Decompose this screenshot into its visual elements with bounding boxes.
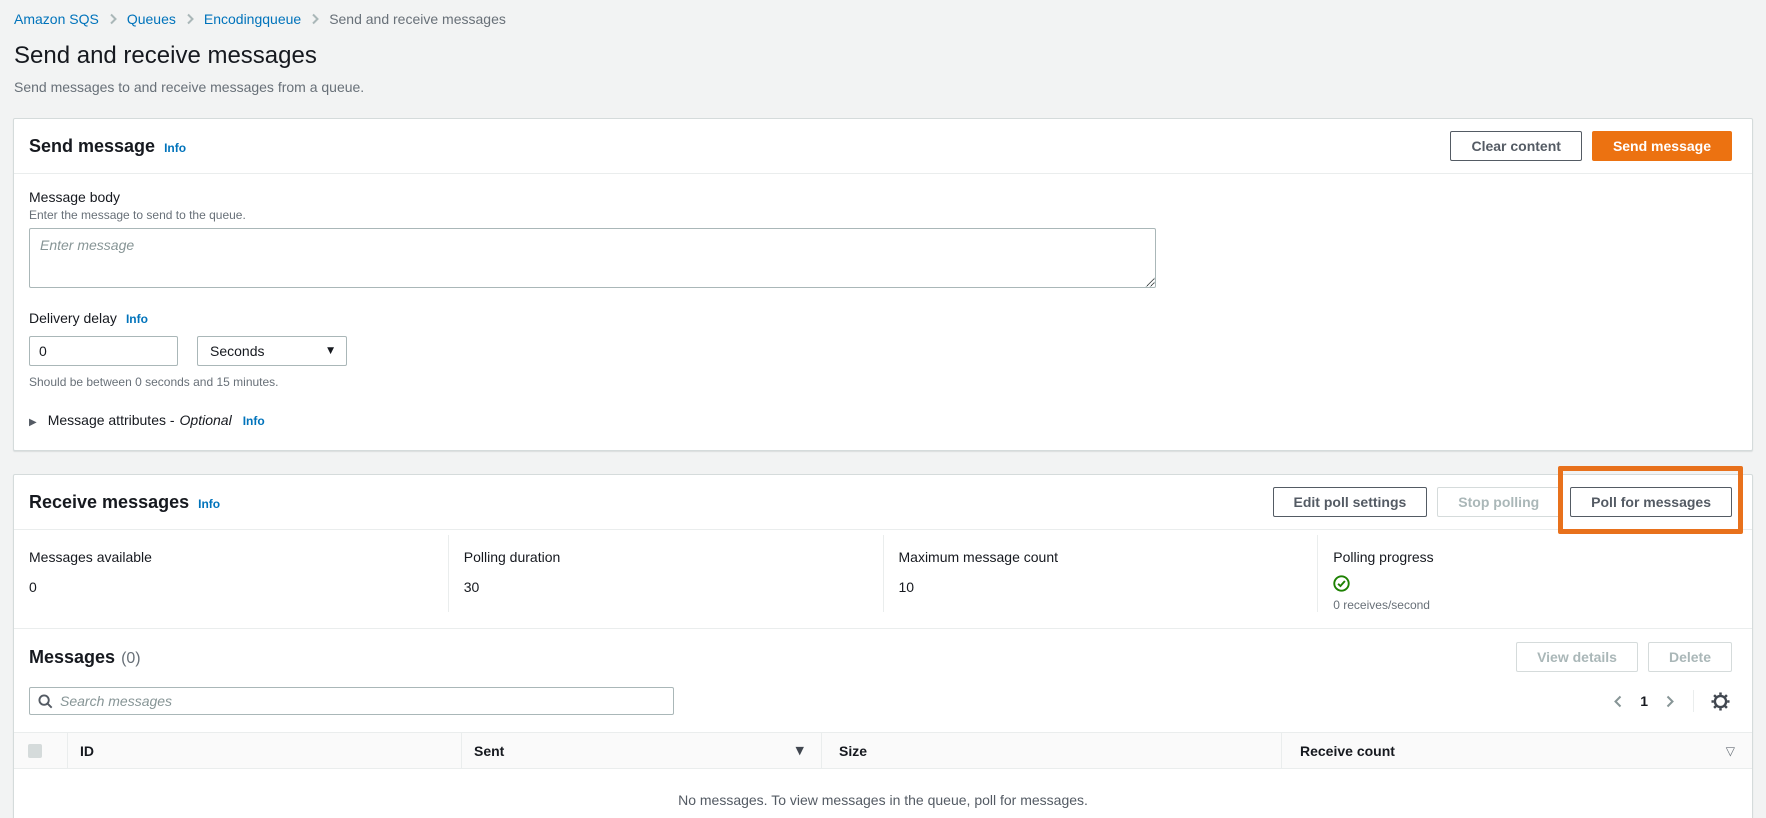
polling-rate-text: 0 receives/second xyxy=(1333,598,1732,612)
page-number-current[interactable]: 1 xyxy=(1635,693,1653,709)
page-subtitle: Send messages to and receive messages fr… xyxy=(14,79,1766,95)
divider xyxy=(1693,690,1694,712)
expander-right-icon: ▶ xyxy=(29,417,37,428)
message-attributes-expander[interactable]: ▶ Message attributes - Optional Info xyxy=(29,412,1732,428)
sort-descending-icon[interactable]: ▼ xyxy=(796,744,804,757)
receive-messages-card-header: Receive messages Info Edit poll settings… xyxy=(14,475,1752,530)
delivery-delay-unit-select[interactable]: Seconds ▼ xyxy=(197,336,347,366)
column-label: Size xyxy=(839,743,867,759)
poll-for-messages-button[interactable]: Poll for messages xyxy=(1570,487,1732,517)
page-title: Send and receive messages xyxy=(14,42,1766,70)
stat-maximum-message-count: Maximum message count 10 xyxy=(883,535,1318,612)
column-header-id: ID xyxy=(68,733,462,768)
column-label: Sent xyxy=(474,743,504,759)
breadcrumb: Amazon SQS Queues Encodingqueue Send and… xyxy=(0,0,1766,27)
gear-icon xyxy=(1711,692,1730,711)
column-header-receive-count: Receive count ▽ xyxy=(1282,733,1752,768)
stat-polling-progress: Polling progress 0 receives/second xyxy=(1317,535,1752,612)
stat-label: Messages available xyxy=(29,549,428,565)
messages-section-header: Messages (0) View details Delete xyxy=(14,629,1752,684)
breadcrumb-link-queues[interactable]: Queues xyxy=(127,11,176,27)
send-message-card-header: Send message Info Clear content Send mes… xyxy=(14,119,1752,174)
messages-table-header: ID Sent ▼ Size Receive count ▽ xyxy=(14,732,1752,769)
chevron-left-icon xyxy=(1612,694,1624,709)
receive-messages-card: Receive messages Info Edit poll settings… xyxy=(13,474,1753,818)
chevron-right-icon xyxy=(310,13,320,25)
view-details-button[interactable]: View details xyxy=(1516,642,1638,672)
search-input[interactable] xyxy=(60,693,665,709)
receive-messages-title: Receive messages xyxy=(29,492,189,513)
next-page-button[interactable] xyxy=(1662,692,1678,711)
messages-toolbar: 1 xyxy=(14,684,1752,732)
breadcrumb-link-encodingqueue[interactable]: Encodingqueue xyxy=(204,11,301,27)
table-empty-state: No messages. To view messages in the que… xyxy=(14,769,1752,818)
column-header-size: Size xyxy=(822,733,1282,768)
messages-title: Messages xyxy=(29,647,115,668)
stat-polling-duration: Polling duration 30 xyxy=(448,535,883,612)
clear-content-button[interactable]: Clear content xyxy=(1450,131,1581,161)
sort-filter-icon[interactable]: ▽ xyxy=(1726,744,1735,758)
pagination: 1 xyxy=(1610,690,1732,713)
column-header-sent[interactable]: Sent ▼ xyxy=(462,733,822,768)
stat-value: 30 xyxy=(464,579,863,595)
delivery-delay-label: Delivery delay xyxy=(29,310,117,326)
chevron-right-icon xyxy=(185,13,195,25)
select-all-checkbox[interactable] xyxy=(28,744,42,758)
table-preferences-button[interactable] xyxy=(1709,690,1732,713)
chevron-right-icon xyxy=(1664,694,1676,709)
stat-label: Maximum message count xyxy=(899,549,1298,565)
breadcrumb-link-amazon-sqs[interactable]: Amazon SQS xyxy=(14,11,99,27)
stat-label: Polling duration xyxy=(464,549,863,565)
chevron-right-icon xyxy=(108,13,118,25)
edit-poll-settings-button[interactable]: Edit poll settings xyxy=(1273,487,1428,517)
receive-messages-info-link[interactable]: Info xyxy=(198,497,220,511)
stat-value: 10 xyxy=(899,579,1298,595)
send-message-info-link[interactable]: Info xyxy=(164,141,186,155)
messages-count: (0) xyxy=(121,650,141,668)
delete-button[interactable]: Delete xyxy=(1648,642,1732,672)
stat-value: 0 xyxy=(29,579,428,595)
success-check-icon xyxy=(1333,575,1732,595)
message-attributes-label: Message attributes - xyxy=(48,412,175,428)
send-message-card: Send message Info Clear content Send mes… xyxy=(13,118,1753,451)
message-body-textarea[interactable] xyxy=(29,228,1156,288)
message-body-label: Message body xyxy=(29,189,1732,205)
breadcrumb-current: Send and receive messages xyxy=(329,11,506,27)
select-all-cell xyxy=(14,733,68,768)
search-icon xyxy=(38,694,53,709)
stop-polling-button[interactable]: Stop polling xyxy=(1437,487,1560,517)
send-message-title: Send message xyxy=(29,136,155,157)
message-attributes-info-link[interactable]: Info xyxy=(243,414,265,428)
stat-label: Polling progress xyxy=(1333,549,1732,565)
previous-page-button[interactable] xyxy=(1610,692,1626,711)
message-attributes-optional: Optional xyxy=(180,412,232,428)
column-label: Receive count xyxy=(1300,743,1395,759)
stat-messages-available: Messages available 0 xyxy=(14,535,448,612)
search-box xyxy=(29,687,674,715)
column-label: ID xyxy=(80,743,94,759)
send-message-button[interactable]: Send message xyxy=(1592,131,1732,161)
delivery-delay-constraint: Should be between 0 seconds and 15 minut… xyxy=(29,375,1732,389)
delivery-delay-info-link[interactable]: Info xyxy=(126,312,148,326)
polling-stats-row: Messages available 0 Polling duration 30… xyxy=(14,530,1752,628)
message-body-description: Enter the message to send to the queue. xyxy=(29,208,1732,222)
delivery-delay-unit-value: Seconds xyxy=(210,343,264,359)
chevron-down-icon: ▼ xyxy=(327,346,334,356)
delivery-delay-input[interactable] xyxy=(29,336,178,366)
